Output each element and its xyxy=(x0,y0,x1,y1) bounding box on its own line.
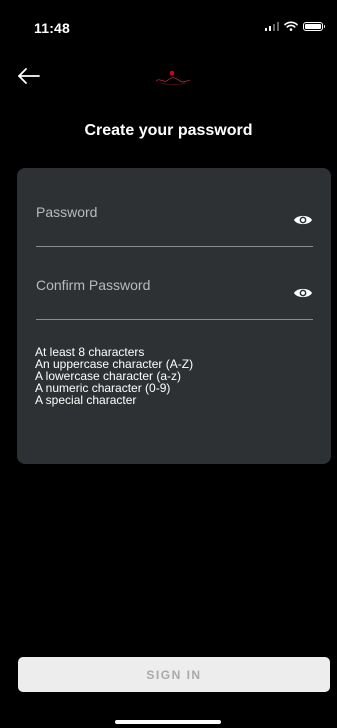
show-password-toggle[interactable] xyxy=(293,212,313,228)
battery-icon xyxy=(303,21,325,31)
confirm-password-field-container xyxy=(36,271,313,320)
status-time: 11:48 xyxy=(34,20,71,36)
eye-icon xyxy=(294,288,312,298)
page-title: Create your password xyxy=(84,122,253,139)
password-input[interactable] xyxy=(36,198,276,226)
brand-logo xyxy=(155,70,191,85)
eye-icon xyxy=(294,215,312,225)
password-field-container xyxy=(36,198,313,247)
wifi-icon xyxy=(284,21,298,31)
requirement-item: A special character xyxy=(35,393,137,407)
cellular-signal-icon xyxy=(264,21,279,31)
password-requirements-list: At least 8 characters An uppercase chara… xyxy=(35,346,193,406)
show-confirm-password-toggle[interactable] xyxy=(293,285,313,301)
sign-in-button[interactable]: SIGN IN xyxy=(18,657,330,692)
nav-bar xyxy=(0,56,337,96)
arrow-left-icon xyxy=(18,68,40,84)
confirm-password-input[interactable] xyxy=(36,271,276,299)
status-bar: 11:48 xyxy=(0,0,337,56)
home-indicator[interactable] xyxy=(115,720,221,724)
back-button[interactable] xyxy=(14,62,44,90)
password-form-card: At least 8 characters An uppercase chara… xyxy=(17,168,331,464)
status-icons xyxy=(264,21,325,31)
